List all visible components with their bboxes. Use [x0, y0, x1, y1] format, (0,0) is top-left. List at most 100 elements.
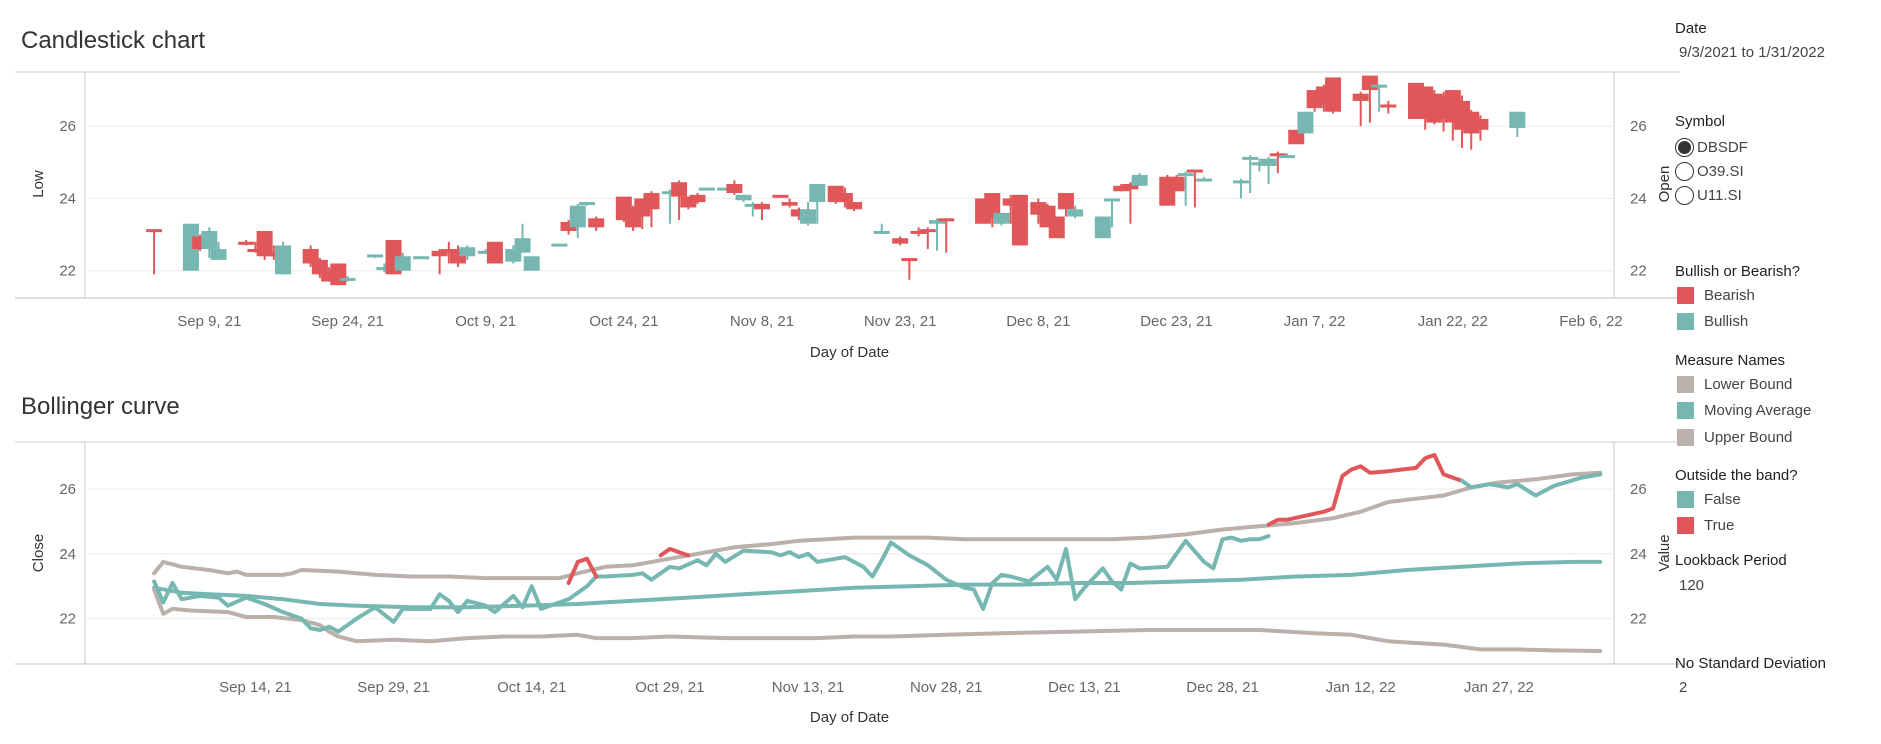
y-tick-label-left: 24: [59, 190, 76, 207]
x-tick-label: Jan 22, 22: [1418, 313, 1488, 330]
candle-bearish: [146, 229, 163, 233]
symbol-radio-u11-si[interactable]: U11.SI: [1675, 184, 1742, 206]
y-axis-title-right: Open: [1656, 166, 1673, 203]
legend-item-false[interactable]: False: [1677, 488, 1741, 510]
symbol-filter-header: Symbol: [1675, 113, 1726, 130]
candle-bearish: [1472, 118, 1489, 130]
candle-bearish: [1168, 176, 1185, 192]
legend-swatch: [1677, 402, 1694, 419]
candle-bullish: [873, 230, 890, 234]
y-tick-label-left: 26: [59, 118, 76, 135]
candle-bearish: [753, 203, 770, 210]
candle-bearish: [1380, 104, 1397, 108]
candle-bullish: [1104, 198, 1121, 202]
legend-item-bullish[interactable]: Bullish: [1677, 311, 1748, 333]
candle-bearish: [726, 184, 743, 194]
radio-label: O39.SI: [1697, 162, 1744, 180]
candle-bullish: [809, 184, 826, 203]
legend-label: Bullish: [1704, 313, 1749, 330]
series-lower-bound: [152, 587, 1603, 653]
candle-bullish: [367, 254, 384, 258]
candle-bearish: [1361, 75, 1378, 91]
x-tick-label: Oct 14, 21: [497, 679, 566, 696]
candle-bearish: [1352, 93, 1369, 101]
y-tick-label-left: 22: [59, 263, 76, 280]
measure-names-legend-header: Measure Names: [1675, 352, 1786, 369]
series-close-false: [1460, 472, 1603, 498]
candle-bearish: [588, 218, 605, 228]
y-tick-label-left: 24: [59, 546, 76, 563]
x-axis-title: Day of Date: [810, 709, 889, 726]
candle-bearish: [1048, 216, 1065, 239]
candle-bullish: [1196, 178, 1213, 182]
legend-item-true[interactable]: True: [1677, 515, 1734, 537]
legend-item-bearish[interactable]: Bearish: [1677, 284, 1755, 306]
legend-swatch: [1677, 313, 1694, 330]
radio-label: DBSDF: [1697, 138, 1748, 156]
x-tick-label: Sep 29, 21: [357, 679, 430, 696]
candle-bullish: [1177, 173, 1194, 177]
legend-item-upper-bound[interactable]: Upper Bound: [1677, 426, 1792, 448]
legend-label: Moving Average: [1704, 402, 1812, 419]
candle-bearish: [256, 230, 273, 257]
candle-bullish: [1067, 209, 1084, 217]
candle-bullish: [551, 243, 568, 247]
y-tick-label-right: 22: [1630, 263, 1647, 280]
bollinger-chart: 22 22 24 24 26 26 Sep 14, 21 Sep 29, 21 Oct 14, …: [15, 441, 1680, 726]
candle-bullish: [459, 247, 476, 257]
legend-label: Lower Bound: [1704, 375, 1793, 393]
candle-bullish: [735, 194, 752, 201]
y-tick-label-right: 24: [1630, 190, 1647, 207]
candle-bearish: [238, 241, 255, 245]
legend-swatch: [1677, 517, 1694, 534]
radio-button-icon[interactable]: [1675, 185, 1694, 205]
candle-bullish: [698, 187, 715, 191]
x-tick-label: Sep 14, 21: [219, 679, 292, 696]
x-axis-title: Day of Date: [810, 344, 889, 361]
legend-label: True: [1704, 517, 1735, 534]
candle-bullish: [339, 277, 356, 281]
candle-bearish: [781, 202, 798, 206]
y-axis-title-left: Close: [30, 534, 47, 572]
candle-bearish: [938, 218, 955, 222]
x-tick-label: Dec 8, 21: [1006, 313, 1070, 330]
legend-label: False: [1704, 490, 1741, 508]
symbol-radio-dbsdf[interactable]: DBSDF: [1675, 136, 1748, 158]
x-tick-label: Dec 23, 21: [1140, 313, 1213, 330]
candle-bullish: [201, 230, 218, 250]
date-filter-header: Date: [1675, 20, 1707, 37]
candle-bullish: [1297, 111, 1314, 134]
lookback-period-header: Lookback Period: [1675, 552, 1787, 569]
candle-bearish: [836, 193, 853, 203]
candle-bullish: [523, 256, 540, 271]
date-filter-value[interactable]: 9/3/2021 to 1/31/2022: [1679, 44, 1825, 61]
x-tick-label: Feb 6, 22: [1559, 313, 1622, 330]
std-dev-header: No Standard Deviation: [1675, 655, 1826, 672]
y-tick-label-right: 26: [1630, 118, 1647, 135]
radio-button-icon[interactable]: [1675, 161, 1694, 181]
candle-bullish: [1260, 158, 1277, 166]
legend-label: Upper Bound: [1704, 428, 1793, 446]
series-close-true: [1266, 453, 1464, 527]
legend-swatch: [1677, 428, 1694, 446]
legend-label: Bearish: [1704, 286, 1755, 304]
radio-selected-dot-icon: [1678, 140, 1691, 154]
radio-button-icon[interactable]: [1675, 137, 1694, 157]
symbol-radio-o39-si[interactable]: O39.SI: [1675, 160, 1744, 182]
legend-swatch: [1677, 490, 1694, 508]
legend-item-moving-average[interactable]: Moving Average: [1677, 400, 1811, 422]
candle-bearish: [892, 238, 909, 244]
candle-bullish: [569, 205, 586, 228]
candle-bullish: [578, 202, 595, 206]
candle-bearish: [330, 263, 347, 286]
candle-bullish: [1232, 180, 1249, 184]
y-tick-label-right: 24: [1630, 546, 1647, 563]
candle-bearish: [1186, 169, 1203, 173]
legend-item-lower-bound[interactable]: Lower Bound: [1677, 373, 1792, 395]
candle-bearish: [671, 182, 688, 197]
candle-bullish: [514, 238, 531, 253]
std-dev-value[interactable]: 2: [1679, 679, 1687, 696]
candle-bullish: [1094, 216, 1111, 239]
candle-bearish: [772, 194, 789, 198]
lookback-period-value[interactable]: 120: [1679, 577, 1704, 594]
